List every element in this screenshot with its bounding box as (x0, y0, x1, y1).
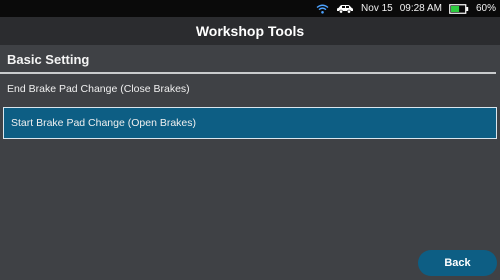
back-button-label: Back (444, 257, 471, 269)
wifi-icon (316, 4, 329, 14)
status-bar: Nov 15 09:28 AM 60% (0, 0, 500, 17)
title-bar: Workshop Tools (0, 17, 500, 45)
list-item-start-brake-pad-change[interactable]: Start Brake Pad Change (Open Brakes) (3, 107, 497, 139)
page-title: Workshop Tools (195, 23, 305, 39)
list-item-label: End Brake Pad Change (Close Brakes) (7, 83, 190, 95)
status-date: Nov 15 (361, 3, 393, 14)
battery-percent: 60% (475, 3, 496, 14)
back-button[interactable]: Back (418, 250, 497, 276)
list-item-label: Start Brake Pad Change (Open Brakes) (11, 117, 197, 129)
list-item-end-brake-pad-change[interactable]: End Brake Pad Change (Close Brakes) (0, 74, 500, 104)
status-time: 09:28 AM (399, 3, 442, 14)
section-title: Basic Setting (7, 51, 90, 67)
section-header: Basic Setting (0, 45, 500, 73)
battery-icon (449, 3, 469, 14)
car-icon (336, 4, 354, 14)
